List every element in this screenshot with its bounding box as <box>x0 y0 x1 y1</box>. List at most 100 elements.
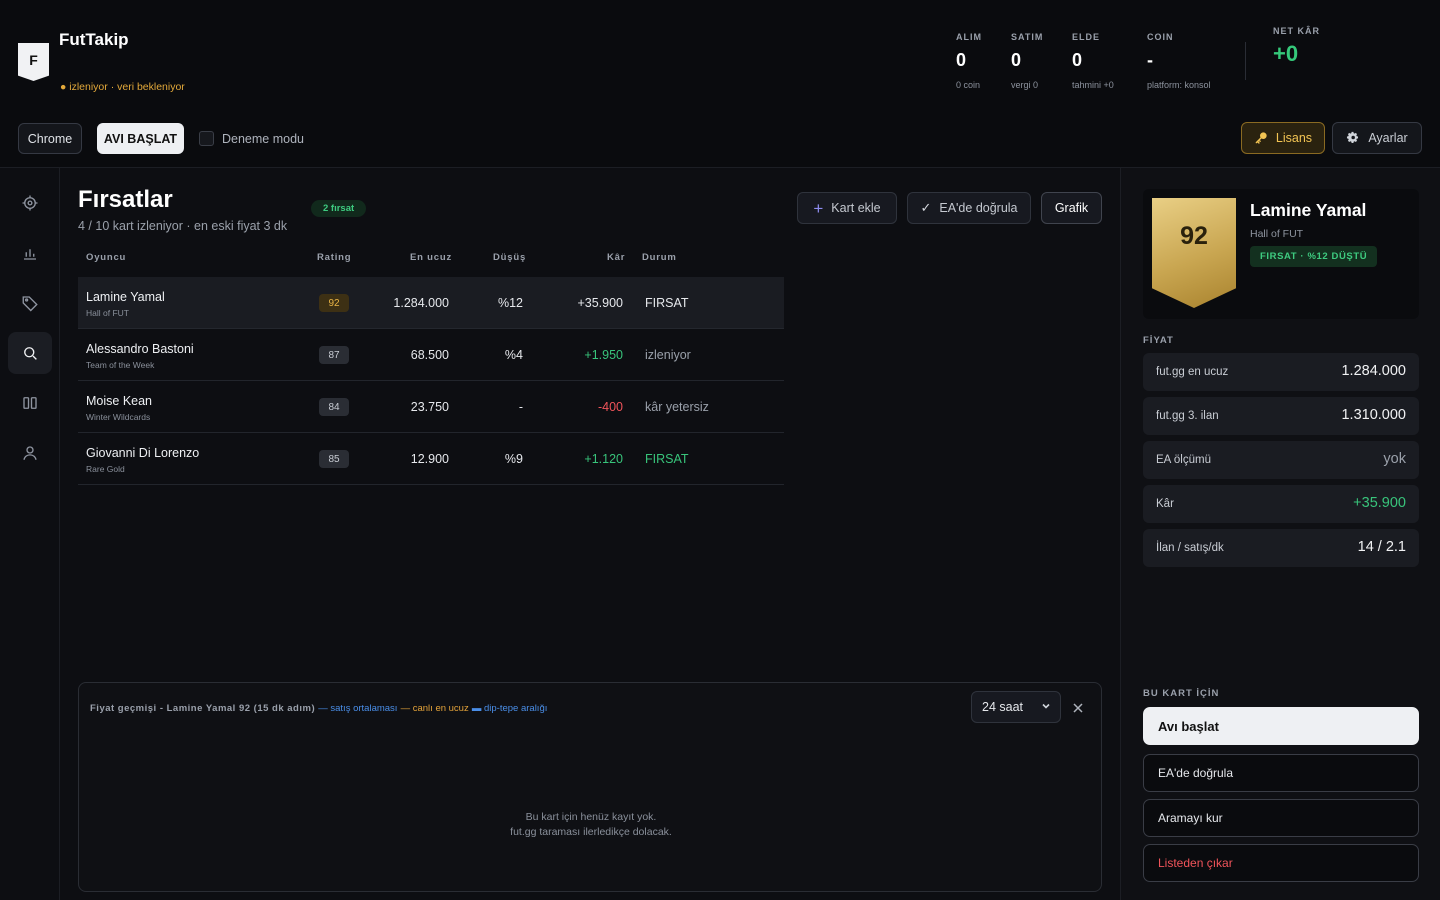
player-name: Giovanni Di Lorenzo <box>86 446 200 460</box>
rating-badge: 84 <box>319 398 349 416</box>
card-player-version: Hall of FUT <box>1250 228 1304 240</box>
profit-value: -400 <box>597 400 623 414</box>
player-name: Lamine Yamal <box>86 290 165 304</box>
stat-coin-label: COIN <box>1147 32 1174 42</box>
sidebar-item-account[interactable] <box>8 432 52 474</box>
info-row-futgg-cheapest: fut.gg en ucuz 1.284.000 <box>1143 353 1419 391</box>
profit-value: +35.900 <box>577 296 623 310</box>
stat-elde-sub: tahmini +0 <box>1072 80 1114 90</box>
status-label: kâr yetersiz <box>645 400 709 414</box>
sidebar-item-tags[interactable] <box>8 282 52 324</box>
start-hunt-label: AVI BAŞLAT <box>103 131 178 146</box>
tag-icon <box>22 296 38 312</box>
price-section-label: FİYAT <box>1143 335 1174 346</box>
remove-from-list-button[interactable]: Listeden çıkar <box>1143 844 1419 882</box>
time-range-select[interactable]: 24 saat <box>971 691 1061 723</box>
app-logo: F <box>18 43 49 81</box>
add-card-button[interactable]: + Kart ekle <box>797 192 897 224</box>
setup-search-button[interactable]: Aramayı kur <box>1143 799 1419 837</box>
sidebar-nav <box>0 168 60 900</box>
sidebar-item-radar[interactable] <box>8 182 52 224</box>
card-player-name: Lamine Yamal <box>1250 200 1367 220</box>
stats-divider <box>1245 42 1246 80</box>
bar-chart-icon <box>24 249 36 260</box>
price-history-title: Fiyat geçmişi - Lamine Yamal 92 (15 dk a… <box>90 703 547 714</box>
col-header-status: Durum <box>642 252 677 263</box>
col-header-player: Oyuncu <box>86 252 127 263</box>
stat-net-value: +0 <box>1273 41 1299 66</box>
stat-satim-value: 0 <box>1011 50 1022 70</box>
table-row[interactable]: Lamine Yamal Hall of FUT 92 1.284.000 %1… <box>78 277 784 329</box>
info-row-futgg-third: fut.gg 3. ilan 1.310.000 <box>1143 397 1419 435</box>
settings-button-label: Ayarlar <box>1368 131 1408 145</box>
opportunity-count-badge: 2 fırsat <box>311 200 367 217</box>
columns-icon <box>23 397 37 409</box>
table-row[interactable]: Alessandro Bastoni Team of the Week 87 6… <box>78 329 784 381</box>
status-label: FIRSAT <box>645 296 689 310</box>
info-label: fut.gg en ucuz <box>1156 366 1229 378</box>
col-header-profit: Kâr <box>607 252 626 263</box>
app-title: FutTakip <box>59 30 129 49</box>
table-row[interactable]: Moise Kean Winter Wildcards 84 23.750 - … <box>78 381 784 433</box>
info-value: 1.310.000 <box>1341 407 1406 423</box>
profit-value: +1.120 <box>584 452 623 466</box>
logo-letter: F <box>29 52 38 68</box>
rating-badge: 92 <box>319 294 349 312</box>
target-icon <box>22 195 38 211</box>
time-range-value: 24 saat <box>982 700 1024 714</box>
close-icon[interactable] <box>1071 701 1085 715</box>
legend-sales-average: — satış ortalaması <box>318 703 398 714</box>
info-row-listings-rate: İlan / satış/dk 14 / 2.1 <box>1143 529 1419 567</box>
player-version: Winter Wildcards <box>86 412 151 422</box>
stat-coin: COIN - platform: konsol <box>1147 32 1211 90</box>
plus-icon: + <box>813 198 824 218</box>
license-button-label: Lisans <box>1275 131 1313 145</box>
start-hunt-card-button[interactable]: Avı başlat <box>1143 707 1419 745</box>
player-version: Team of the Week <box>86 360 155 370</box>
stat-alim-label: ALIM <box>956 32 982 42</box>
price-history-heading: Fiyat geçmişi - Lamine Yamal 92 (15 dk a… <box>90 703 316 714</box>
settings-button[interactable]: Ayarlar <box>1332 122 1422 154</box>
legend-range: ▬ dip-tepe aralığı <box>471 703 548 714</box>
stat-alim-sub: 0 coin <box>956 80 981 90</box>
stat-elde-label: ELDE <box>1072 32 1101 42</box>
price-drop: %9 <box>504 452 523 466</box>
setup-search-label: Aramayı kur <box>1158 811 1223 825</box>
rating-badge: 87 <box>319 346 349 364</box>
verify-ea-button[interactable]: ✓ EA'de doğrula <box>907 192 1031 224</box>
stat-satim-label: SATIM <box>1011 32 1044 42</box>
key-icon <box>1255 132 1267 144</box>
sidebar-item-stats[interactable] <box>8 232 52 274</box>
card-rating: 92 <box>1180 222 1208 250</box>
info-row-profit: Kâr +35.900 <box>1143 485 1419 523</box>
cheapest-price: 12.900 <box>410 452 449 466</box>
start-hunt-card-label: Avı başlat <box>1158 718 1219 734</box>
stat-satim-sub: vergi 0 <box>1011 80 1039 90</box>
stat-alim-value: 0 <box>956 50 967 70</box>
status-indicator: ● izleniyor · veri bekleniyor <box>60 81 185 93</box>
price-drop: %4 <box>504 348 523 362</box>
info-label: EA ölçümü <box>1156 454 1211 466</box>
player-card-shield: 92 <box>1152 198 1236 308</box>
legend-live-cheapest: — canlı en ucuz <box>400 703 469 714</box>
price-drop: %12 <box>497 296 523 310</box>
start-hunt-button[interactable]: AVI BAŞLAT <box>97 123 184 154</box>
price-drop: - <box>518 400 523 414</box>
check-icon: ✓ <box>920 200 932 215</box>
table-row[interactable]: Giovanni Di Lorenzo Rare Gold 85 12.900 … <box>78 433 784 485</box>
top-header: F FutTakip ● izleniyor · veri bekleniyor… <box>0 0 1440 168</box>
empty-state-line2: fut.gg taraması ilerledikçe dolacak. <box>510 826 672 838</box>
price-history-panel: Fiyat geçmişi - Lamine Yamal 92 (15 dk a… <box>78 682 1102 892</box>
demo-mode-toggle[interactable]: Deneme modu <box>199 131 304 146</box>
card-actions-label: BU KART İÇİN <box>1143 688 1220 699</box>
demo-mode-checkbox[interactable] <box>199 131 214 146</box>
stat-net-label: NET KÂR <box>1273 26 1320 36</box>
chrome-button[interactable]: Chrome <box>18 123 82 154</box>
card-detail-panel: 92 Lamine Yamal Hall of FUT FIRSAT · %12… <box>1120 168 1440 900</box>
chart-button[interactable]: Grafik <box>1041 192 1102 224</box>
sidebar-item-compare[interactable] <box>8 382 52 424</box>
sidebar-item-search[interactable] <box>8 332 52 374</box>
verify-ea-card-button[interactable]: EA'de doğrula <box>1143 754 1419 792</box>
license-button[interactable]: Lisans <box>1241 122 1325 154</box>
player-version: Rare Gold <box>86 464 125 474</box>
